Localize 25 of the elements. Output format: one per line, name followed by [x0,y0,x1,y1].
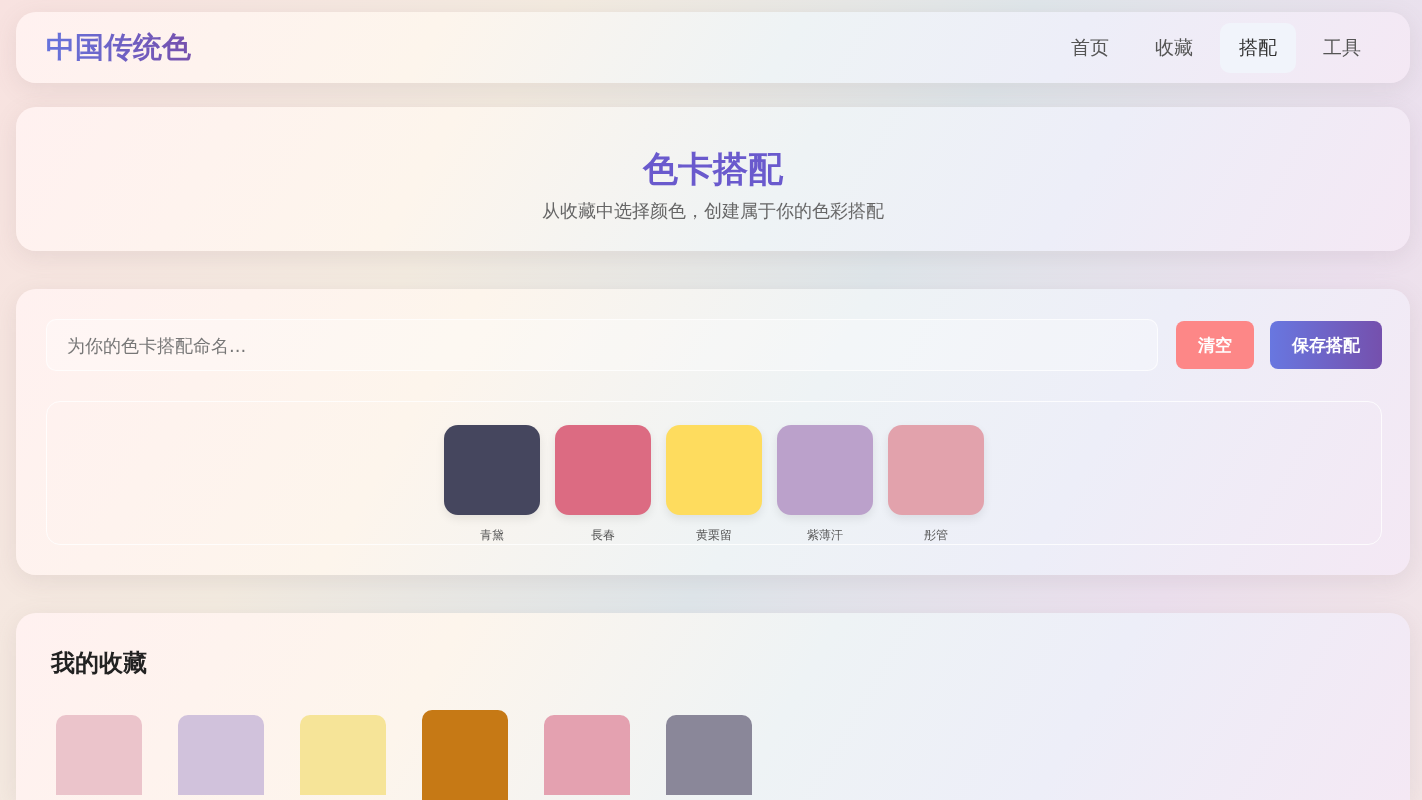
nav-link[interactable]: 工具 [1304,22,1380,73]
favorite-swatch[interactable] [422,710,508,800]
favorite-swatch[interactable] [178,715,264,795]
nav-link[interactable]: 收藏 [1136,22,1212,73]
save-button[interactable]: 保存搭配 [1270,321,1382,369]
name-input[interactable]: 为你的色卡搭配命名... [46,319,1158,371]
nav-link[interactable]: 首页 [1052,22,1128,73]
section-title: 我的收藏 [51,648,148,679]
color-swatch[interactable] [777,425,873,515]
nav-link[interactable]: 搭配 [1220,22,1296,73]
favorite-swatch[interactable] [666,715,752,795]
swatch-label: 黄栗留 [696,527,732,544]
page-title: 色卡搭配 [643,147,783,191]
swatch-label: 青黛 [480,527,504,544]
color-swatch[interactable] [666,425,762,515]
color-swatch[interactable] [555,425,651,515]
favorite-swatch[interactable] [56,715,142,795]
page-subtitle: 从收藏中选择颜色，创建属于你的色彩搭配 [542,198,884,223]
color-swatch[interactable] [888,425,984,515]
favorite-swatch[interactable] [544,715,630,795]
favorite-swatch[interactable] [300,715,386,795]
color-swatch[interactable] [444,425,540,515]
swatch-label: 紫薄汗 [807,527,843,544]
swatch-label: 長春 [591,527,615,544]
swatch-label: 彤管 [924,527,948,544]
